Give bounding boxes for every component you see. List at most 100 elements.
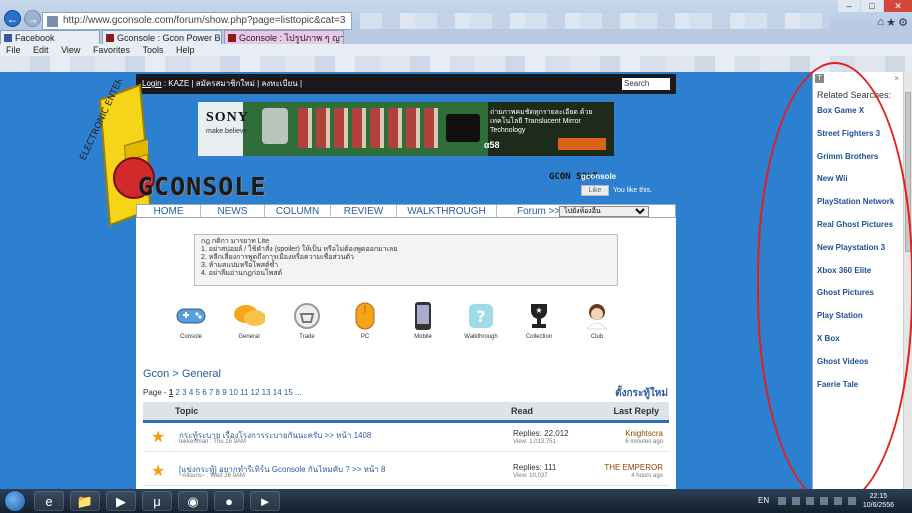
vertical-scrollbar[interactable] [903, 72, 912, 489]
related-search-link[interactable]: Play Station [817, 311, 863, 320]
related-search-link[interactable]: Street Fighters 3 [817, 129, 880, 138]
category-walkthrough[interactable]: ? Walkthrough [456, 300, 506, 340]
torrent-icon[interactable]: μ [142, 491, 172, 511]
speech-bubbles-icon [233, 300, 265, 332]
column-last-reply: Last Reply [613, 406, 659, 416]
related-search-link[interactable]: New Wii [817, 174, 848, 183]
blurred-favorites-bar [0, 56, 912, 72]
related-search-link[interactable]: Grimm Brothers [817, 152, 878, 161]
menu-tools[interactable]: Tools [142, 45, 163, 55]
like-button[interactable]: Like [581, 185, 609, 196]
back-button[interactable]: ← [4, 10, 21, 27]
related-search-link[interactable]: Box Game X [817, 106, 864, 115]
minimize-icon[interactable]: – [838, 0, 860, 12]
star-icon: ★ [151, 429, 166, 446]
nav-news[interactable]: NEWS [201, 205, 265, 218]
media-player-icon[interactable]: ▶ [106, 491, 136, 511]
page-links[interactable]: 2 3 4 5 6 7 8 9 10 11 12 13 14 15 ... [176, 388, 302, 397]
last-reply-user[interactable]: THE EMPEROR [604, 463, 663, 472]
web-page: Login : KAZE | สมัครสมาชิกใหม่ | ลงทะเบี… [0, 72, 812, 489]
film-reel-icon[interactable]: ◉ [178, 491, 208, 511]
last-reply-user[interactable]: Knightscra [625, 429, 663, 438]
close-icon[interactable]: ✕ [884, 0, 912, 12]
forum-jump-select[interactable]: ไปยังห้องอื่น [559, 206, 649, 217]
related-search-link[interactable]: Ghost Pictures [817, 288, 874, 297]
column-topic: Topic [175, 406, 199, 416]
browser-title-bar: ← → http://www.gconsole.com/forum/show.p… [0, 0, 912, 30]
category-pc[interactable]: PC [340, 300, 390, 340]
football-players-image [298, 108, 438, 148]
scrollbar-thumb[interactable] [905, 92, 911, 252]
tab-gconsole-board[interactable]: Gconsole : Gcon Power Boa... [102, 30, 222, 44]
nav-home[interactable]: HOME [137, 205, 201, 218]
related-search-link[interactable]: X Box [817, 334, 840, 343]
tab-facebook[interactable]: Facebook [0, 30, 100, 44]
sony-banner-ad[interactable]: SONY make.believe ถ่ายภาพคมชัดทุกรายละเอ… [198, 102, 614, 156]
panel-close-icon[interactable]: × [894, 74, 899, 83]
topbar-links[interactable]: | สมัครสมาชิกใหม่ | ลงทะเบียน | [191, 79, 302, 88]
menu-view[interactable]: View [61, 45, 80, 55]
star-icon: ★ [151, 463, 166, 480]
orange-app-icon[interactable]: ● [214, 491, 244, 511]
topic-table-header: Topic Read Last Reply [143, 402, 669, 420]
windows-taskbar: e 📁 ▶ μ ◉ ● ► EN 22:15 10/6/2556 [0, 489, 912, 513]
category-general[interactable]: General [224, 300, 274, 340]
tray-icons[interactable] [778, 497, 858, 505]
page-name-link[interactable]: gconsole [581, 172, 616, 181]
tab-gconsole-active[interactable]: Gconsole : ไปรูปภาพ ๆ ญาพา Roo... [224, 30, 344, 44]
forward-button[interactable]: → [24, 10, 41, 27]
clock[interactable]: 22:15 10/6/2556 [863, 492, 894, 510]
menu-favorites[interactable]: Favorites [93, 45, 130, 55]
category-club[interactable]: Club [572, 300, 622, 340]
topic-meta: tekkenman : Thu 16 9AM [179, 439, 246, 445]
gconsole-logo[interactable]: GCONSOLE [138, 172, 266, 201]
related-search-link[interactable]: Real Ghost Pictures [817, 220, 893, 229]
nav-walkthrough[interactable]: WALKTHROUGH [397, 205, 497, 218]
folder-icon[interactable]: 📁 [70, 491, 100, 511]
new-topic-button[interactable]: ตั้งกระทู้ใหม่ [615, 386, 668, 401]
category-trade[interactable]: Trade [282, 300, 332, 340]
home-icon[interactable]: ⌂ [877, 16, 884, 28]
facebook-icon [4, 34, 12, 42]
related-search-link[interactable]: Faerie Tale [817, 380, 858, 389]
last-reply-time: 6 minutes ago [625, 439, 663, 445]
start-button[interactable] [4, 490, 26, 512]
breadcrumb[interactable]: Gcon > General [143, 368, 221, 380]
nav-review[interactable]: REVIEW [331, 205, 397, 218]
question-icon: ? [465, 300, 497, 332]
banner-tagline: make.believe [206, 128, 248, 135]
related-search-link[interactable]: New Playstation 3 [817, 243, 885, 252]
menu-bar: File Edit View Favorites Tools Help [0, 44, 912, 56]
menu-file[interactable]: File [6, 45, 21, 55]
address-bar[interactable]: http://www.gconsole.com/forum/show.php?p… [42, 12, 352, 30]
topic-views: View: 1,013,751 [513, 439, 556, 445]
mouse-icon [349, 300, 381, 332]
related-searches-title: Related Searches: [817, 90, 892, 100]
category-collection[interactable]: ★ Collection [514, 300, 564, 340]
menu-help[interactable]: Help [176, 45, 195, 55]
related-search-link[interactable]: Ghost Videos [817, 357, 868, 366]
site-search-input[interactable]: Search [622, 78, 670, 90]
menu-edit[interactable]: Edit [33, 45, 49, 55]
category-console[interactable]: Console [166, 300, 216, 340]
world-cup-icon [262, 108, 288, 144]
related-search-link[interactable]: PlayStation Network [817, 197, 894, 206]
gconsole-tab-icon [228, 34, 236, 42]
last-reply-time: 4 hours ago [631, 473, 663, 479]
language-indicator[interactable]: EN [758, 496, 769, 505]
topic-replies: Replies: 111 [513, 463, 557, 472]
settings-gear-icon[interactable]: ⚙ [898, 16, 908, 29]
favorites-star-icon[interactable]: ★ [886, 16, 896, 29]
nav-column[interactable]: COLUMN [265, 205, 331, 218]
ie-icon[interactable]: e [34, 491, 64, 511]
maximize-icon[interactable]: □ [861, 0, 883, 12]
current-page: 1 [168, 388, 174, 397]
banner-text: ถ่ายภาพคมชัดทุกรายละเอียด ด้วยเทคโนโลยี … [490, 109, 593, 134]
table-row: ★ กระทู้ระบาย เรื่องโรงการระบายกันนะครับ… [143, 426, 669, 452]
related-search-link[interactable]: Xbox 360 Elite [817, 266, 871, 275]
banner-cta-button[interactable] [558, 138, 606, 150]
window-controls: – □ ✕ ⌂ ★ ⚙ [822, 0, 912, 30]
green-arrow-app-icon[interactable]: ► [250, 491, 280, 511]
gconsole-tab-icon [106, 34, 114, 42]
category-mobile[interactable]: Mobile [398, 300, 448, 340]
